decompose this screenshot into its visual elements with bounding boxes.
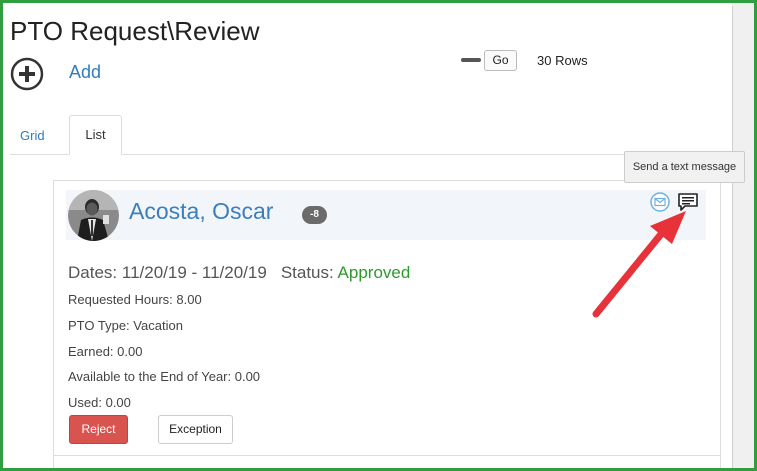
- dates-value: 11/20/19 - 11/20/19: [121, 263, 267, 282]
- add-icon[interactable]: [10, 57, 44, 91]
- status-label: Status:: [280, 263, 334, 282]
- rows-slider[interactable]: [461, 58, 481, 62]
- field-value: 0.00: [117, 344, 143, 359]
- field-value: 0.00: [105, 395, 131, 410]
- hours-badge: -8: [302, 206, 327, 224]
- page-title: PTO Request\Review: [10, 16, 260, 46]
- dates-label: Dates:: [68, 263, 118, 282]
- tab-grid[interactable]: Grid: [20, 128, 45, 143]
- earned-field: Earned: 0.00: [68, 344, 142, 359]
- go-button[interactable]: Go: [484, 50, 517, 71]
- field-value: 8.00: [176, 292, 202, 307]
- status-value: Approved: [337, 263, 411, 282]
- dates-status-line: Dates: 11/20/19 - 11/20/19 Status: Approv…: [68, 263, 410, 283]
- field-label: Earned:: [68, 344, 114, 359]
- rows-count: 30 Rows: [537, 53, 588, 68]
- email-icon[interactable]: [650, 192, 670, 212]
- exception-button[interactable]: Exception: [158, 415, 233, 444]
- requested-hours-field: Requested Hours: 8.00: [68, 292, 202, 307]
- add-link[interactable]: Add: [69, 62, 101, 83]
- field-label: PTO Type:: [68, 318, 130, 333]
- background-strip: [732, 3, 754, 468]
- tooltip: Send a text message: [624, 151, 745, 183]
- field-value: 0.00: [234, 369, 261, 384]
- field-label: Available to the End of Year:: [68, 369, 232, 384]
- reject-button[interactable]: Reject: [69, 415, 128, 444]
- avatar: [68, 190, 119, 241]
- available-field: Available to the End of Year: 0.00: [68, 369, 260, 384]
- used-field: Used: 0.00: [68, 395, 131, 410]
- tab-list[interactable]: List: [69, 115, 122, 155]
- card-divider: [54, 455, 720, 456]
- field-label: Used:: [68, 395, 102, 410]
- field-label: Requested Hours:: [68, 292, 173, 307]
- field-value: Vacation: [133, 318, 183, 333]
- pto-type-field: PTO Type: Vacation: [68, 318, 183, 333]
- text-message-icon[interactable]: [677, 192, 699, 212]
- employee-name[interactable]: Acosta, Oscar: [129, 198, 273, 225]
